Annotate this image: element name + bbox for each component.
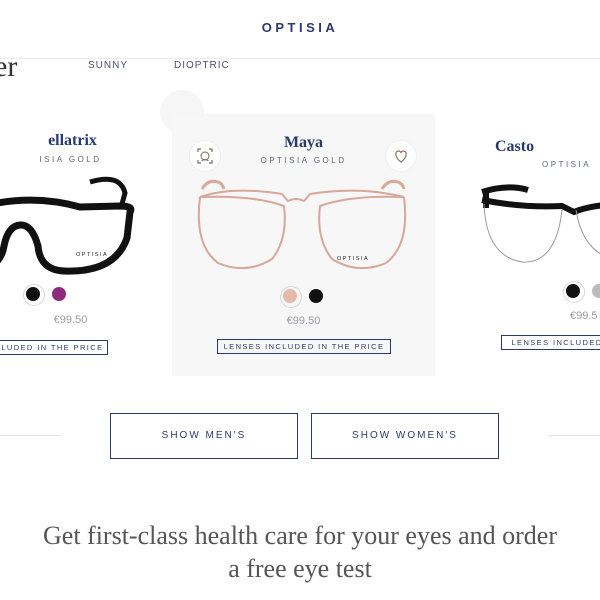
product-card-bellatrix[interactable]: ellatrix ISIA GOLD OPTISIA €99.50 CLUDED… [0, 118, 145, 368]
site-header: OPTISIA [0, 0, 600, 59]
frame-brand-label: OPTISIA [76, 252, 108, 258]
color-swatch-black[interactable] [309, 289, 323, 303]
section-divider-left [0, 435, 62, 436]
color-swatch-rose-gold[interactable] [283, 289, 297, 303]
product-price: €99.5 [570, 310, 598, 322]
product-image-castor[interactable] [478, 180, 600, 270]
tab-sunny[interactable]: SUNNY [88, 60, 128, 71]
tab-dioptric[interactable]: DIOPTRIC [174, 60, 230, 71]
eye-test-headline: Get first-class health care for your eye… [0, 519, 600, 585]
product-card-castor[interactable]: Casto OPTISIA €99.5 LENSES INCLUDED [470, 118, 600, 368]
show-mens-button[interactable]: SHOW MEN'S [110, 413, 298, 459]
show-womens-button[interactable]: SHOW WOMEN'S [311, 413, 499, 459]
product-name[interactable]: Maya [172, 134, 435, 152]
product-image-maya[interactable]: OPTISIA [194, 177, 412, 277]
optisia-logo[interactable]: OPTISIA [0, 20, 600, 35]
headline-line-2: a free eye test [228, 554, 372, 583]
lenses-included-badge: LENSES INCLUDED IN THE PRICE [217, 339, 391, 354]
category-filter: er SUNNY DIOPTRIC [0, 50, 600, 134]
frame-brand-label: OPTISIA [337, 256, 369, 262]
product-name[interactable]: Casto [495, 138, 600, 156]
product-brand: ISIA GOLD [39, 155, 102, 164]
product-name[interactable]: ellatrix [0, 132, 165, 150]
color-swatch-purple[interactable] [52, 287, 66, 301]
lenses-included-badge: CLUDED IN THE PRICE [0, 340, 108, 355]
product-brand: OPTISIA [542, 160, 592, 169]
product-card-maya[interactable]: Maya OPTISIA GOLD OPTISIA €99.50 LENSES … [172, 114, 435, 376]
product-brand: OPTISIA GOLD [260, 156, 347, 165]
product-image-bellatrix[interactable]: OPTISIA [0, 170, 135, 280]
section-divider-right [548, 435, 600, 436]
color-swatch-black[interactable] [566, 284, 580, 298]
product-price: €99.50 [53, 314, 88, 326]
headline-line-1: Get first-class health care for your eye… [43, 521, 557, 550]
filter-heading: er [0, 50, 18, 83]
product-price: €99.50 [286, 315, 321, 327]
lenses-included-badge: LENSES INCLUDED [501, 335, 600, 350]
color-swatch-black[interactable] [26, 287, 40, 301]
color-swatch-silver[interactable] [592, 284, 600, 298]
